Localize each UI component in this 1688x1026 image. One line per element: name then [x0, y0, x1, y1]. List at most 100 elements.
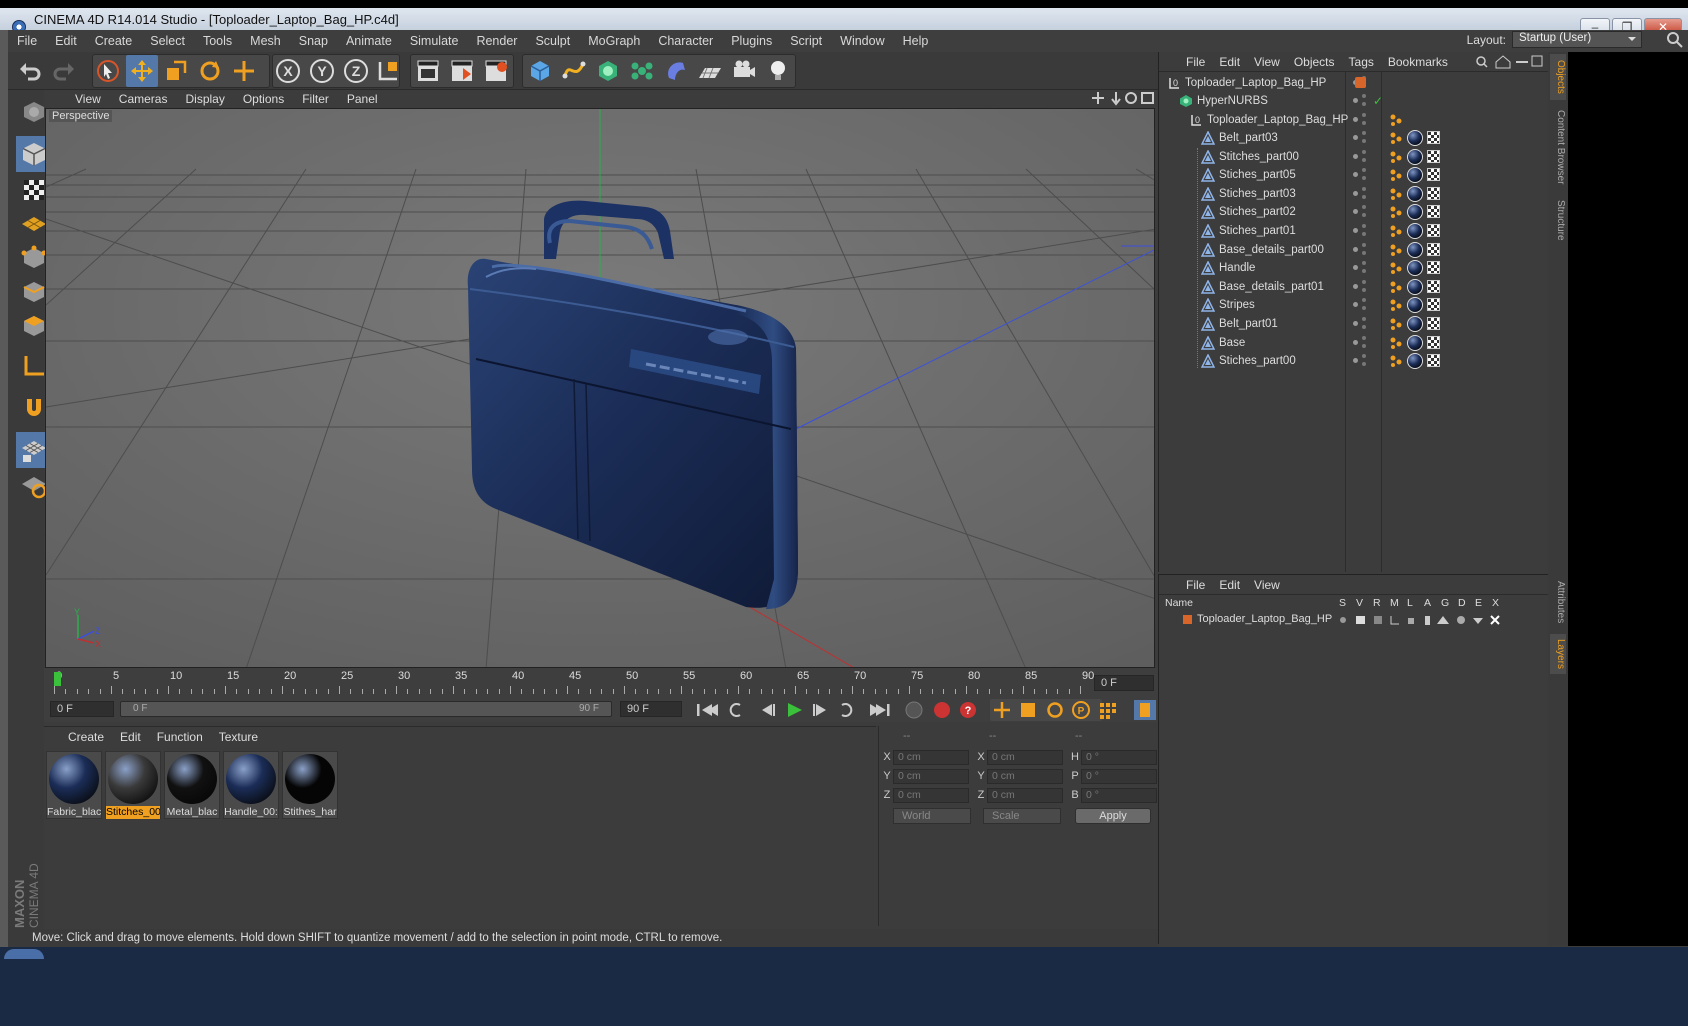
visibility-dots[interactable] [1353, 242, 1367, 257]
layer-column-s[interactable]: S [1339, 597, 1346, 609]
layer-column-g[interactable]: G [1441, 597, 1449, 609]
enabled-check-icon[interactable]: ✓ [1373, 92, 1383, 110]
layer-column-d[interactable]: D [1458, 597, 1466, 609]
layer-menu-edit[interactable]: Edit [1212, 578, 1247, 592]
floor-object-icon[interactable] [694, 55, 726, 87]
material-menu-function[interactable]: Function [149, 730, 211, 744]
object-row[interactable]: HyperNURBS ✓ [1159, 92, 1547, 110]
object-row[interactable]: 0 Toploader_Laptop_Bag_HP [1159, 74, 1547, 92]
layer-column-v[interactable]: V [1356, 597, 1363, 609]
object-menu-bookmarks[interactable]: Bookmarks [1381, 55, 1455, 69]
visibility-dots[interactable] [1353, 113, 1367, 127]
layer-toggle-icons[interactable] [1339, 614, 1539, 626]
object-menu-objects[interactable]: Objects [1287, 55, 1342, 69]
visibility-dots[interactable] [1353, 335, 1367, 350]
start-button[interactable] [4, 949, 44, 959]
material-swatch[interactable]: Fabric_blac [46, 751, 102, 819]
layer-menu-view[interactable]: View [1247, 578, 1287, 592]
goto-start-icon[interactable] [697, 704, 718, 716]
material-menu-texture[interactable]: Texture [211, 730, 266, 744]
redo-icon[interactable] [48, 55, 80, 87]
layer-row[interactable]: Toploader_Laptop_Bag_HP [1163, 612, 1545, 628]
object-row[interactable]: Stiches_part01 [1159, 222, 1547, 240]
coord-value-field[interactable]: 0 cm [893, 787, 969, 803]
coordinate-system-icon[interactable] [372, 55, 404, 87]
object-row[interactable]: Stitches_part00 [1159, 148, 1547, 166]
visibility-dots[interactable] [1353, 224, 1367, 238]
tab-structure[interactable]: Structure [1550, 194, 1566, 246]
layer-menu-file[interactable]: File [1179, 578, 1212, 592]
tab-content-browser[interactable]: Content Browser [1550, 104, 1566, 190]
material-menu-create[interactable]: Create [60, 730, 112, 744]
deformer-icon[interactable] [660, 55, 692, 87]
visibility-dots[interactable] [1353, 279, 1367, 294]
layer-column-name[interactable]: Name [1165, 597, 1193, 609]
menu-render[interactable]: Render [467, 34, 526, 48]
tab-objects[interactable]: Objects [1550, 54, 1566, 100]
menu-file[interactable]: File [8, 34, 46, 48]
menu-select[interactable]: Select [141, 34, 194, 48]
coord-value-field[interactable]: 0 cm [987, 749, 1063, 765]
coordinate-space-dropdown[interactable]: World [893, 808, 971, 824]
layer-column-m[interactable]: M [1390, 597, 1399, 609]
material-swatch[interactable]: Stithes_har [282, 751, 338, 819]
coord-value-field[interactable]: 0 ° [1081, 787, 1157, 803]
coord-value-field[interactable]: 0 cm [987, 768, 1063, 784]
add-object-tool-icon[interactable] [228, 55, 260, 87]
object-row[interactable]: Stiches_part02 [1159, 203, 1547, 221]
z-axis-lock-icon[interactable]: Z [340, 55, 372, 87]
visibility-dots[interactable] [1353, 205, 1367, 219]
object-row[interactable]: Base [1159, 334, 1547, 352]
frame-range-slider[interactable]: 0 F 90 F [120, 701, 612, 717]
menu-mesh[interactable]: Mesh [241, 34, 290, 48]
visibility-dots[interactable] [1353, 149, 1367, 164]
object-row[interactable]: Belt_part03 [1159, 129, 1547, 147]
record-position-icon[interactable] [905, 701, 923, 719]
menu-help[interactable]: Help [894, 34, 938, 48]
visibility-dots[interactable] [1353, 168, 1367, 182]
tab-attributes[interactable]: Attributes [1550, 574, 1566, 630]
visibility-dots[interactable] [1353, 131, 1367, 145]
visibility-dots[interactable] [1353, 354, 1367, 368]
camera-object-icon[interactable] [728, 55, 760, 87]
timeline-ruler[interactable]: 051015202530354045505560657075808590 0 F [44, 668, 1158, 698]
menu-simulate[interactable]: Simulate [401, 34, 468, 48]
material-swatch[interactable]: Stitches_00 [105, 751, 161, 819]
menu-edit[interactable]: Edit [46, 34, 86, 48]
coord-value-field[interactable]: 0 cm [893, 768, 969, 784]
object-row[interactable]: Belt_part01 [1159, 315, 1547, 333]
viewport-menu-filter[interactable]: Filter [293, 92, 338, 106]
next-frame-icon[interactable] [813, 704, 826, 716]
next-key-icon[interactable] [841, 703, 853, 717]
material-swatch[interactable]: Metal_blac [164, 751, 220, 819]
layer-column-x[interactable]: X [1492, 597, 1499, 609]
render-settings-icon[interactable] [480, 55, 512, 87]
menu-tools[interactable]: Tools [194, 34, 241, 48]
visibility-dots[interactable] [1353, 317, 1367, 331]
menu-window[interactable]: Window [831, 34, 893, 48]
undo-icon[interactable] [14, 55, 46, 87]
render-view-icon[interactable] [412, 55, 444, 87]
current-frame-field[interactable]: 0 F [50, 701, 114, 717]
menu-sculpt[interactable]: Sculpt [526, 34, 579, 48]
object-row[interactable]: Handle [1159, 259, 1547, 277]
menu-plugins[interactable]: Plugins [722, 34, 781, 48]
scale-tool-icon[interactable] [160, 55, 192, 87]
coord-value-field[interactable]: 0 cm [987, 787, 1063, 803]
rotate-tool-icon[interactable] [194, 55, 226, 87]
viewport-menu-view[interactable]: View [66, 92, 110, 106]
max-frame-field[interactable]: 90 F [620, 701, 682, 717]
object-row[interactable]: Base_details_part00 [1159, 241, 1547, 259]
spline-object-icon[interactable] [558, 55, 590, 87]
viewport-menu-options[interactable]: Options [234, 92, 293, 106]
layer-column-a[interactable]: A [1424, 597, 1431, 609]
object-row[interactable]: Stiches_part03 [1159, 185, 1547, 203]
key-scale-icon[interactable] [1021, 703, 1035, 717]
timeline-end-field[interactable]: 0 F [1094, 675, 1154, 691]
key-pla-icon[interactable] [1100, 703, 1116, 719]
viewport-nav-icons[interactable] [1090, 90, 1156, 106]
object-menu-edit[interactable]: Edit [1212, 55, 1247, 69]
layer-column-r[interactable]: R [1373, 597, 1381, 609]
x-axis-lock-icon[interactable]: X [272, 55, 304, 87]
object-row[interactable]: Stiches_part05 [1159, 166, 1547, 184]
